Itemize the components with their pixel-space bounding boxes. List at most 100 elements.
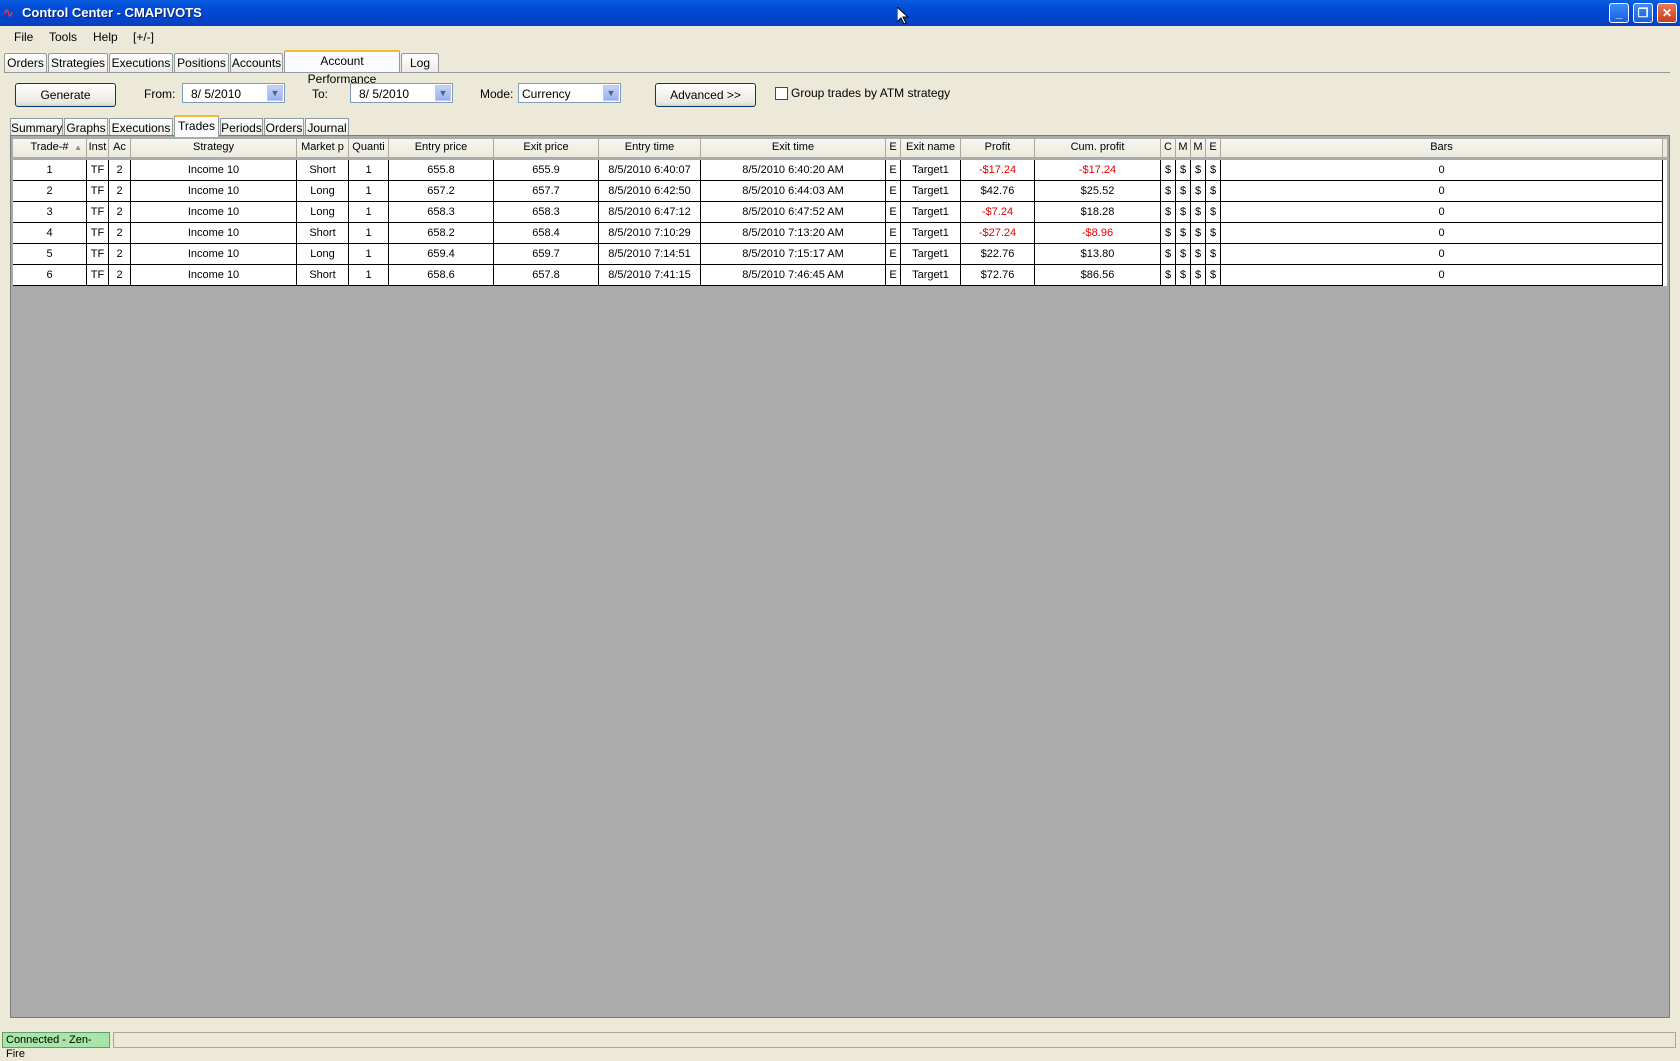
cell-bars: 0 [1221, 244, 1663, 265]
col-header-exit-name[interactable]: Exit name [901, 139, 961, 157]
col-header-entry-name[interactable]: E [886, 139, 901, 157]
cell-exit-time: 8/5/2010 6:47:52 AM [701, 202, 886, 223]
cell-commission: $ [1161, 202, 1176, 223]
group-trades-checkbox[interactable] [775, 87, 788, 100]
from-date-picker[interactable]: 8/ 5/2010 ▼ [182, 83, 285, 103]
cell-quantity: 1 [349, 265, 389, 286]
menu-toggle[interactable]: [+/-] [133, 30, 154, 44]
cell-exit-price: 658.4 [494, 223, 599, 244]
cell-mae: $ [1176, 244, 1191, 265]
to-date-value: 8/ 5/2010 [359, 87, 410, 101]
cell-mfe: $ [1191, 223, 1206, 244]
col-header-commission[interactable]: C [1161, 139, 1176, 157]
col-header-market-position[interactable]: Market p [297, 139, 349, 157]
cell-mae: $ [1176, 223, 1191, 244]
col-header-account[interactable]: Ac [109, 139, 131, 157]
status-panel [113, 1032, 1676, 1048]
cell-mae: $ [1176, 265, 1191, 286]
cell-entry-time: 8/5/2010 7:41:15 [599, 265, 701, 286]
cell-mae: $ [1176, 160, 1191, 181]
sort-ascending-icon: ▲ [74, 143, 82, 152]
menu-help[interactable]: Help [93, 30, 118, 44]
chevron-down-icon[interactable]: ▼ [435, 85, 451, 101]
tab-executions[interactable]: Executions [109, 53, 173, 72]
table-row[interactable]: 4 TF 2 Income 10 Short 1 658.2 658.4 8/5/2010 7:… [13, 223, 1667, 244]
tab-panel-border [4, 72, 1670, 73]
col-header-cum-profit[interactable]: Cum. profit [1035, 139, 1161, 157]
cell-instrument: TF [87, 265, 109, 286]
cell-exit-name: Target1 [901, 265, 961, 286]
tab-accounts[interactable]: Accounts [230, 53, 283, 72]
mode-label: Mode: [480, 87, 514, 101]
close-button[interactable]: ✕ [1657, 3, 1677, 23]
col-header-bars[interactable]: Bars [1221, 139, 1663, 157]
cell-entry-name: E [886, 181, 901, 202]
tab-strategies[interactable]: Strategies [48, 53, 108, 72]
cell-market-position: Short [297, 223, 349, 244]
col-header-mfe[interactable]: M [1191, 139, 1206, 157]
menu-tools[interactable]: Tools [49, 30, 77, 44]
cell-trade-number: 2 [13, 181, 87, 202]
cell-mae: $ [1176, 181, 1191, 202]
menu-file[interactable]: File [14, 30, 33, 44]
table-row[interactable]: 6 TF 2 Income 10 Short 1 658.6 657.8 8/5/2010 7:… [13, 265, 1667, 286]
cell-account: 2 [109, 202, 131, 223]
grid-header: Trade-# ▲ Inst Ac Strategy Market p Quanti Entr… [13, 139, 1667, 157]
col-header-strategy[interactable]: Strategy [131, 139, 297, 157]
cell-bars: 0 [1221, 160, 1663, 181]
cell-entry-name: E [886, 244, 901, 265]
cell-entry-price: 658.3 [389, 202, 494, 223]
subtab-trades[interactable]: Trades [174, 115, 219, 137]
tab-positions[interactable]: Positions [174, 53, 229, 72]
col-header-exit-time[interactable]: Exit time [701, 139, 886, 157]
cell-strategy: Income 10 [131, 181, 297, 202]
col-header-quantity[interactable]: Quanti [349, 139, 389, 157]
col-header-trade-number[interactable]: Trade-# ▲ [13, 139, 87, 157]
cell-mfe: $ [1191, 181, 1206, 202]
mode-select[interactable]: Currency ▼ [518, 83, 621, 103]
table-row[interactable]: 3 TF 2 Income 10 Long 1 658.3 658.3 8/5/2010 6:4… [13, 202, 1667, 223]
col-header-entry-time[interactable]: Entry time [599, 139, 701, 157]
cell-mfe: $ [1191, 202, 1206, 223]
chevron-down-icon[interactable]: ▼ [267, 85, 283, 101]
cell-entry-name: E [886, 160, 901, 181]
cell-trade-number: 4 [13, 223, 87, 244]
cell-market-position: Long [297, 202, 349, 223]
mode-value: Currency [522, 87, 571, 101]
col-header-entry-price[interactable]: Entry price [389, 139, 494, 157]
cell-quantity: 1 [349, 160, 389, 181]
cell-entry-name: E [886, 202, 901, 223]
cell-mfe: $ [1191, 244, 1206, 265]
col-header-profit[interactable]: Profit [961, 139, 1035, 157]
status-bar: Connected - Zen-Fire [0, 1030, 1680, 1060]
trades-grid[interactable]: Trade-# ▲ Inst Ac Strategy Market p Quanti Entr… [10, 135, 1670, 1018]
cell-bars: 0 [1221, 223, 1663, 244]
col-header-mae[interactable]: M [1176, 139, 1191, 157]
window-title: Control Center - CMAPIVOTS [22, 5, 202, 20]
chevron-down-icon[interactable]: ▼ [603, 85, 619, 101]
tab-orders[interactable]: Orders [4, 53, 47, 72]
table-row[interactable]: 2 TF 2 Income 10 Long 1 657.2 657.7 8/5/2010 6:4… [13, 181, 1667, 202]
maximize-button[interactable]: ❐ [1633, 3, 1653, 23]
table-row[interactable]: 1 TF 2 Income 10 Short 1 655.8 655.9 8/5/2010 6:… [13, 160, 1667, 181]
generate-button[interactable]: Generate [15, 83, 116, 107]
col-header-exit-price[interactable]: Exit price [494, 139, 599, 157]
group-trades-label: Group trades by ATM strategy [791, 86, 951, 100]
cell-exit-price: 659.7 [494, 244, 599, 265]
cell-etd: $ [1206, 160, 1221, 181]
cell-cum-profit: $25.52 [1035, 181, 1161, 202]
cell-account: 2 [109, 244, 131, 265]
cell-cum-profit: -$17.24 [1035, 160, 1161, 181]
title-bar[interactable]: ∿ Control Center - CMAPIVOTS _ ❐ ✕ [0, 0, 1680, 26]
tab-log[interactable]: Log [401, 53, 439, 72]
advanced-button[interactable]: Advanced >> [655, 83, 756, 107]
minimize-button[interactable]: _ [1609, 3, 1629, 23]
col-header-etd[interactable]: E [1206, 139, 1221, 157]
tab-account-performance[interactable]: Account Performance [284, 50, 400, 86]
from-label: From: [144, 87, 176, 101]
table-row[interactable]: 5 TF 2 Income 10 Long 1 659.4 659.7 8/5/2010 7:1… [13, 244, 1667, 265]
menu-bar: File Tools Help [+/-] [0, 26, 1680, 50]
cell-quantity: 1 [349, 202, 389, 223]
col-header-instrument[interactable]: Inst [87, 139, 109, 157]
cell-quantity: 1 [349, 181, 389, 202]
